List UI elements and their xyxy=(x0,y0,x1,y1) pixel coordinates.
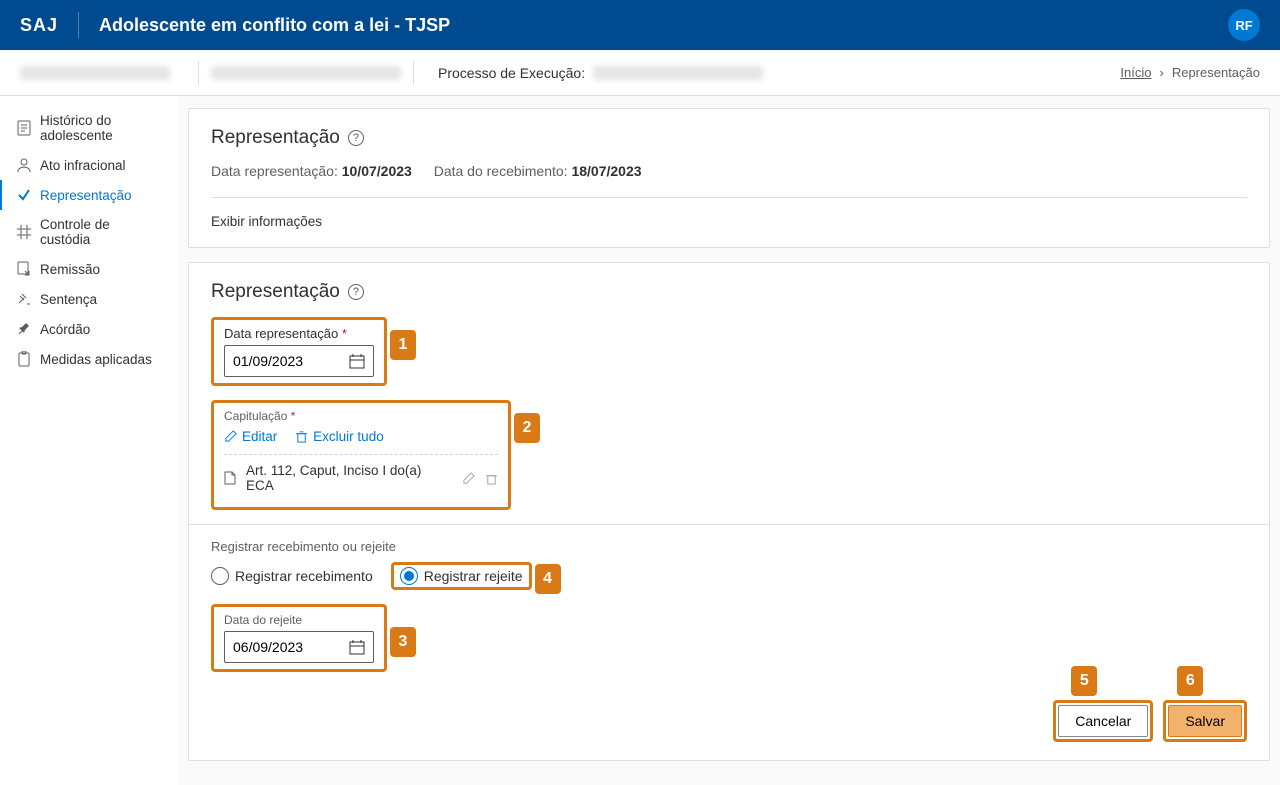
document-out-icon xyxy=(16,261,32,277)
header-divider xyxy=(78,12,79,38)
separator xyxy=(413,61,414,85)
chevron-right-icon: › xyxy=(1159,65,1163,80)
save-button[interactable]: Salvar xyxy=(1168,705,1242,737)
sidebar-item-sentenca[interactable]: Sentença xyxy=(0,284,178,314)
sidebar-item-representacao[interactable]: Representação xyxy=(0,180,178,210)
calendar-icon[interactable] xyxy=(349,639,365,655)
summary-info: Data representação: 10/07/2023 Data do r… xyxy=(211,163,1247,179)
annotation-2: 2 xyxy=(514,413,540,443)
breadcrumb-home[interactable]: Início xyxy=(1120,65,1151,80)
annotation-1: 1 xyxy=(390,330,416,360)
breadcrumb: Início › Representação xyxy=(1120,65,1260,80)
sidebar-item-label: Medidas aplicadas xyxy=(40,352,152,367)
delete-all-link[interactable]: Excluir tudo xyxy=(295,429,384,444)
sidebar-item-label: Controle de custódia xyxy=(40,217,162,247)
person-icon xyxy=(16,157,32,173)
trash-icon[interactable] xyxy=(485,472,498,485)
required-mark: * xyxy=(291,409,296,423)
check-icon xyxy=(16,187,32,203)
app-header: SAJ Adolescente em conflito com a lei - … xyxy=(0,0,1280,50)
radio-receipt[interactable]: Registrar recebimento xyxy=(211,567,373,585)
date-representacao-field[interactable] xyxy=(233,353,333,369)
edit-link[interactable]: Editar xyxy=(224,429,277,444)
radio-group: Registrar recebimento Registrar rejeite … xyxy=(211,562,1247,590)
date-representacao-label: Data representação * xyxy=(224,326,374,341)
document-icon xyxy=(224,471,236,485)
capitulation-row: Art. 112, Caput, Inciso I do(a) ECA xyxy=(224,454,498,501)
capitulation-label: Capitulação * xyxy=(224,409,498,423)
app-logo: SAJ xyxy=(20,15,58,36)
page-title: Adolescente em conflito com a lei - TJSP xyxy=(99,15,450,36)
redacted-text xyxy=(211,66,401,80)
radio-reject-label: Registrar rejeite xyxy=(424,568,523,584)
gavel-icon xyxy=(16,291,32,307)
highlight-box-1: Data representação * 1 xyxy=(211,317,387,386)
sidebar-item-acordao[interactable]: Acórdão xyxy=(0,314,178,344)
sidebar-item-ato[interactable]: Ato infracional xyxy=(0,150,178,180)
user-avatar[interactable]: RF xyxy=(1228,9,1260,41)
sidebar-item-remissao[interactable]: Remissão xyxy=(0,254,178,284)
highlight-box-3: Data do rejeite 3 xyxy=(211,604,387,672)
summary-title: Representação xyxy=(211,127,340,149)
document-icon xyxy=(16,120,32,136)
date-repr-label: Data representação: xyxy=(211,163,338,179)
date-representacao-input[interactable] xyxy=(224,345,374,377)
sidebar-item-label: Sentença xyxy=(40,292,97,307)
radio-checked-icon xyxy=(400,567,418,585)
help-icon[interactable]: ? xyxy=(348,284,364,300)
sidebar-item-label: Remissão xyxy=(40,262,100,277)
redacted-text xyxy=(593,66,763,80)
date-receipt-value: 18/07/2023 xyxy=(571,163,641,179)
sub-header: Processo de Execução: Início › Represent… xyxy=(0,50,1280,96)
cancel-button[interactable]: Cancelar xyxy=(1058,705,1148,737)
process-label: Processo de Execução: xyxy=(438,65,585,81)
highlight-box-5: Cancelar xyxy=(1053,700,1153,742)
sidebar-item-historico[interactable]: Histórico do adolescente xyxy=(0,106,178,150)
form-title-row: Representação ? xyxy=(211,281,1247,303)
sidebar-item-custodia[interactable]: Controle de custódia xyxy=(0,210,178,254)
separator xyxy=(198,61,199,85)
radio-unchecked-icon xyxy=(211,567,229,585)
show-info-link[interactable]: Exibir informações xyxy=(211,197,1247,229)
clipboard-icon xyxy=(16,351,32,367)
date-receipt-label: Data do recebimento: xyxy=(434,163,568,179)
form-title: Representação xyxy=(211,281,340,303)
article-text: Art. 112, Caput, Inciso I do(a) ECA xyxy=(246,463,452,493)
radio-receipt-label: Registrar recebimento xyxy=(235,568,373,584)
highlight-box-4: Registrar rejeite 4 xyxy=(391,562,532,590)
summary-title-row: Representação ? xyxy=(211,127,1247,149)
annotation-3: 3 xyxy=(390,627,416,657)
form-actions: 5 Cancelar 6 Salvar xyxy=(211,700,1247,742)
highlight-box-2: Capitulação * Editar Excluir tudo xyxy=(211,400,511,510)
annotation-6: 6 xyxy=(1177,666,1203,696)
highlight-box-6: Salvar xyxy=(1163,700,1247,742)
sidebar-item-label: Histórico do adolescente xyxy=(40,113,162,143)
breadcrumb-current: Representação xyxy=(1172,65,1260,80)
reject-date-input[interactable] xyxy=(224,631,374,663)
help-icon[interactable]: ? xyxy=(348,130,364,146)
sidebar-item-label: Acórdão xyxy=(40,322,90,337)
sidebar-item-label: Representação xyxy=(40,188,132,203)
reject-date-label: Data do rejeite xyxy=(224,613,374,627)
form-card: Representação ? Data representação * 1 xyxy=(188,262,1270,761)
required-mark: * xyxy=(342,326,347,341)
sidebar-item-label: Ato infracional xyxy=(40,158,126,173)
main-content: Representação ? Data representação: 10/0… xyxy=(178,96,1280,785)
grid-icon xyxy=(16,224,32,240)
pin-icon xyxy=(16,321,32,337)
annotation-5: 5 xyxy=(1071,666,1097,696)
reject-date-field[interactable] xyxy=(233,639,333,655)
radio-reject[interactable]: Registrar rejeite xyxy=(400,567,523,585)
sidebar: Histórico do adolescente Ato infracional… xyxy=(0,96,178,785)
redacted-text xyxy=(20,66,170,80)
sidebar-item-medidas[interactable]: Medidas aplicadas xyxy=(0,344,178,374)
register-section-label: Registrar recebimento ou rejeite xyxy=(211,539,1247,554)
summary-card: Representação ? Data representação: 10/0… xyxy=(188,108,1270,248)
edit-icon[interactable] xyxy=(462,472,475,485)
calendar-icon[interactable] xyxy=(349,353,365,369)
annotation-4: 4 xyxy=(535,564,561,594)
date-repr-value: 10/07/2023 xyxy=(342,163,412,179)
divider xyxy=(189,524,1269,525)
